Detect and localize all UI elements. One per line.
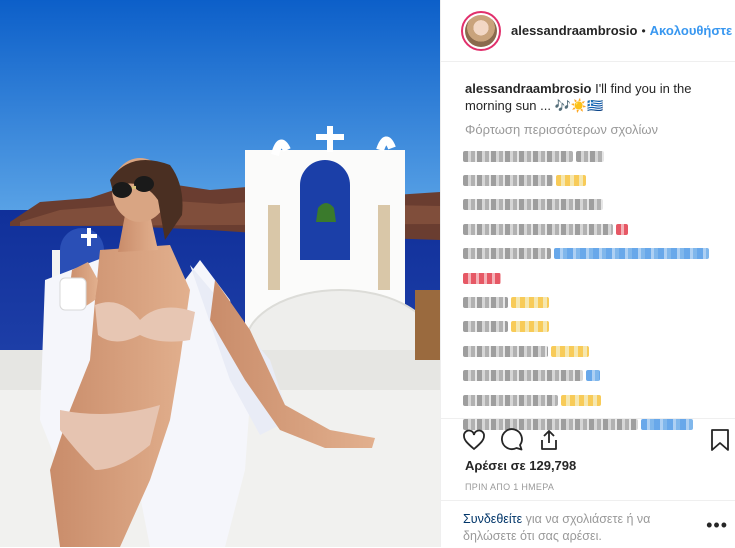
blurred-comment <box>463 144 733 168</box>
follow-button[interactable]: Ακολουθήστε <box>650 23 733 38</box>
blurred-comment <box>463 242 733 266</box>
likes-count[interactable]: Αρέσει σε 129,798 <box>465 458 576 473</box>
blurred-comment <box>463 339 733 363</box>
more-options-icon[interactable]: ••• <box>706 515 728 536</box>
comments-list <box>463 144 733 437</box>
post-header: alessandraambrosio • Ακολουθήστε <box>441 0 735 62</box>
share-icon <box>541 430 557 450</box>
santorini-photo <box>0 0 440 547</box>
login-link[interactable]: Συνδεθείτε <box>463 512 522 526</box>
share-button[interactable] <box>536 427 562 453</box>
blurred-comment <box>463 315 733 339</box>
post-side-panel: alessandraambrosio • Ακολουθήστε alessan… <box>440 0 735 547</box>
comment-button[interactable] <box>499 427 525 453</box>
action-bar <box>441 418 735 459</box>
post-caption: alessandraambrosio I'll find you in the … <box>465 80 720 114</box>
heart-icon <box>463 429 485 451</box>
avatar-image <box>465 14 497 47</box>
comment-icon <box>501 428 523 451</box>
blurred-comment <box>463 388 733 412</box>
save-button[interactable] <box>707 427 733 453</box>
caption-username[interactable]: alessandraambrosio <box>465 81 591 96</box>
like-button[interactable] <box>461 427 487 453</box>
login-prompt-text: Συνδεθείτε για να σχολιάσετε ή να δηλώσε… <box>463 511 683 545</box>
header-username[interactable]: alessandraambrosio <box>511 23 637 38</box>
load-more-comments-button[interactable]: Φόρτωση περισσότερων σχολίων <box>465 122 658 137</box>
post-timestamp[interactable]: ΠΡΙΝ ΑΠΟ 1 ΗΜΕΡΑ <box>465 482 554 492</box>
post-photo[interactable] <box>0 0 440 547</box>
header-separator: • <box>641 23 646 38</box>
bookmark-icon <box>711 429 729 451</box>
blurred-comment <box>463 168 733 192</box>
blurred-comment <box>463 364 733 388</box>
login-prompt: Συνδεθείτε για να σχολιάσετε ή να δηλώσε… <box>441 500 735 548</box>
blurred-comment <box>463 290 733 314</box>
blurred-comment <box>463 266 733 290</box>
avatar[interactable] <box>461 10 501 51</box>
blurred-comment <box>463 193 733 217</box>
blurred-comment <box>463 217 733 241</box>
